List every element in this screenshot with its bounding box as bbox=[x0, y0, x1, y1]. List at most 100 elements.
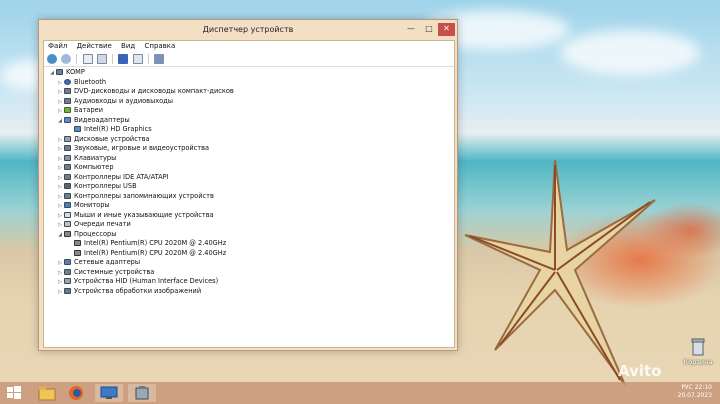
maximize-button[interactable]: □ bbox=[423, 23, 435, 36]
recycle-bin-label: Корзина bbox=[683, 358, 713, 366]
tree-item[interactable]: ▷ DVD-дисководы и дисководы компакт-диско… bbox=[46, 87, 450, 97]
collapse-arrow-icon[interactable]: ◢ bbox=[56, 117, 64, 127]
tree-item-label: Клавиатуры bbox=[74, 153, 117, 162]
list-icon[interactable] bbox=[96, 54, 107, 64]
tree-item-label: Очереди печати bbox=[74, 220, 131, 228]
language-indicator[interactable]: РУС bbox=[681, 384, 692, 391]
tree-item[interactable]: ▷ Системные устройства bbox=[46, 268, 450, 278]
usb-icon bbox=[64, 183, 71, 189]
tree-item-label: Аудиовходы и аудиовыходы bbox=[74, 96, 173, 105]
tree-item[interactable]: ▷ Устройства обработки изображений bbox=[46, 287, 450, 297]
collapse-arrow-icon[interactable]: ◢ bbox=[56, 231, 64, 241]
tree-item-label: Дисковые устройства bbox=[74, 134, 150, 143]
menu-action[interactable]: Действие bbox=[77, 41, 112, 52]
tree-item-label: Звуковые, игровые и видеоустройства bbox=[74, 144, 210, 152]
tree-item-label: Устройства HID (Human Interface Devices) bbox=[74, 277, 219, 285]
recycle-bin[interactable]: Корзина bbox=[681, 338, 715, 366]
tree-item[interactable]: ▷ Аудиовходы и аудиовыходы bbox=[46, 97, 450, 107]
menu-file[interactable]: Файл bbox=[48, 41, 67, 52]
menu-help[interactable]: Справка bbox=[144, 41, 175, 52]
display-adapter-icon bbox=[64, 116, 71, 123]
toolbar-separator bbox=[112, 54, 114, 64]
tree-child-label: Intel(R) Pentium(R) CPU 2020M @ 2.40GHz bbox=[84, 239, 227, 247]
properties-icon[interactable] bbox=[82, 54, 93, 64]
tree-item-label: Компьютер bbox=[74, 163, 114, 171]
clock-time[interactable]: 22:10 bbox=[695, 384, 712, 391]
ide-controller-icon bbox=[64, 173, 71, 180]
processor-icon bbox=[74, 240, 81, 246]
tree-item-label: Мыши и иные указывающие устройства bbox=[74, 210, 214, 219]
tree-item[interactable]: ▷ Звуковые, игровые и видеоустройства bbox=[46, 144, 450, 154]
cloud bbox=[560, 30, 700, 75]
tree-item-label: Контроллеры запоминающих устройств bbox=[74, 191, 214, 200]
tree-item[interactable]: ▷ Мониторы bbox=[46, 201, 450, 211]
expand-arrow-icon[interactable]: ▷ bbox=[56, 288, 64, 298]
tree-item-label: Сетевые адаптеры bbox=[74, 258, 141, 266]
tree-item[interactable]: ▷ Контроллеры IDE ATA/ATAPI bbox=[46, 173, 450, 183]
tree-item-label: Контроллеры USB bbox=[74, 182, 137, 190]
tree-item[interactable]: ▷ Контроллеры USB bbox=[46, 182, 450, 192]
tree-item[interactable]: ▷ Сетевые адаптеры bbox=[46, 258, 450, 268]
tree-item-label: Процессоры bbox=[74, 229, 117, 238]
tree-item[interactable]: ▷ Клавиатуры bbox=[46, 154, 450, 164]
title-bar[interactable]: Диспетчер устройств — □ ✕ bbox=[39, 20, 457, 40]
tree-item[interactable]: ▷ Компьютер bbox=[46, 163, 450, 173]
network-adapter-icon bbox=[64, 259, 71, 265]
processor-icon bbox=[74, 249, 81, 256]
tree-child-item[interactable]: Intel(R) HD Graphics bbox=[46, 125, 450, 135]
sound-icon bbox=[64, 145, 71, 151]
tree-child-item[interactable]: Intel(R) Pentium(R) CPU 2020M @ 2.40GHz bbox=[46, 249, 450, 259]
tree-item[interactable]: ▷ Батареи bbox=[46, 106, 450, 116]
list-view-icon[interactable] bbox=[132, 54, 143, 64]
tree-item[interactable]: ▷ Контроллеры запоминающих устройств bbox=[46, 192, 450, 202]
window-client-area: Файл Действие Вид Справка ◢ KOMP ▷ Bluetoo… bbox=[43, 40, 455, 348]
forward-arrow-icon[interactable] bbox=[61, 54, 72, 64]
tree-item-label: Устройства обработки изображений bbox=[74, 286, 202, 295]
remote-desktop-icon[interactable] bbox=[95, 384, 123, 402]
recycle-bin-icon bbox=[691, 338, 705, 356]
clock-date[interactable]: 20.07.2023 bbox=[678, 392, 712, 399]
collapse-arrow-icon[interactable]: ◢ bbox=[48, 69, 56, 79]
toolbar bbox=[44, 52, 454, 67]
storage-controller-icon bbox=[64, 192, 71, 199]
computer-icon bbox=[56, 69, 63, 75]
help-icon[interactable] bbox=[118, 54, 129, 64]
disk-drive-icon bbox=[64, 135, 71, 142]
windows-start-icon[interactable] bbox=[4, 384, 32, 402]
keyboard-icon bbox=[64, 154, 71, 161]
audio-icon bbox=[64, 97, 71, 104]
scan-hardware-icon[interactable] bbox=[154, 54, 165, 64]
menu-view[interactable]: Вид bbox=[121, 41, 135, 52]
close-button[interactable]: ✕ bbox=[438, 23, 455, 36]
toolbar-separator bbox=[76, 54, 78, 64]
tree-root-label: KOMP bbox=[66, 68, 85, 76]
tree-item[interactable]: ▷ Bluetooth bbox=[46, 78, 450, 88]
watermark-text: Avito bbox=[618, 362, 662, 380]
tree-item-label: DVD-дисководы и дисководы компакт-дисков bbox=[74, 87, 234, 95]
device-tree: ◢ KOMP ▷ Bluetooth ▷ DVD-дисководы и дисков… bbox=[46, 68, 450, 296]
tree-item[interactable]: ◢ Видеоадаптеры bbox=[46, 116, 450, 126]
minimize-button[interactable]: — bbox=[405, 23, 417, 36]
tree-item[interactable]: ▷ Мыши и иные указывающие устройства bbox=[46, 211, 450, 221]
tree-item[interactable]: ▷ Дисковые устройства bbox=[46, 135, 450, 145]
tree-item-label: Контроллеры IDE ATA/ATAPI bbox=[74, 172, 169, 181]
tree-child-item[interactable]: Intel(R) Pentium(R) CPU 2020M @ 2.40GHz bbox=[46, 239, 450, 249]
tree-item-label: Видеоадаптеры bbox=[74, 115, 130, 124]
tree-item[interactable]: ▷ Устройства HID (Human Interface Devices… bbox=[46, 277, 450, 287]
bluetooth-icon bbox=[64, 78, 71, 85]
device-manager-icon[interactable] bbox=[128, 384, 156, 402]
imaging-device-icon bbox=[64, 287, 71, 294]
tree-item[interactable]: ◢ Процессоры bbox=[46, 230, 450, 240]
tree-item-label: Системные устройства bbox=[74, 267, 155, 276]
tree-child-label: Intel(R) HD Graphics bbox=[84, 125, 152, 133]
file-explorer-icon[interactable] bbox=[33, 384, 61, 402]
hid-icon bbox=[64, 278, 71, 284]
tree-root[interactable]: ◢ KOMP bbox=[46, 68, 450, 78]
tree-child-label: Intel(R) Pentium(R) CPU 2020M @ 2.40GHz bbox=[84, 248, 227, 257]
display-adapter-icon bbox=[74, 126, 81, 132]
firefox-icon[interactable] bbox=[62, 384, 90, 402]
window-title: Диспетчер устройств bbox=[202, 25, 294, 34]
back-arrow-icon[interactable] bbox=[47, 54, 57, 64]
battery-icon bbox=[64, 107, 71, 113]
tree-item[interactable]: ▷ Очереди печати bbox=[46, 220, 450, 230]
